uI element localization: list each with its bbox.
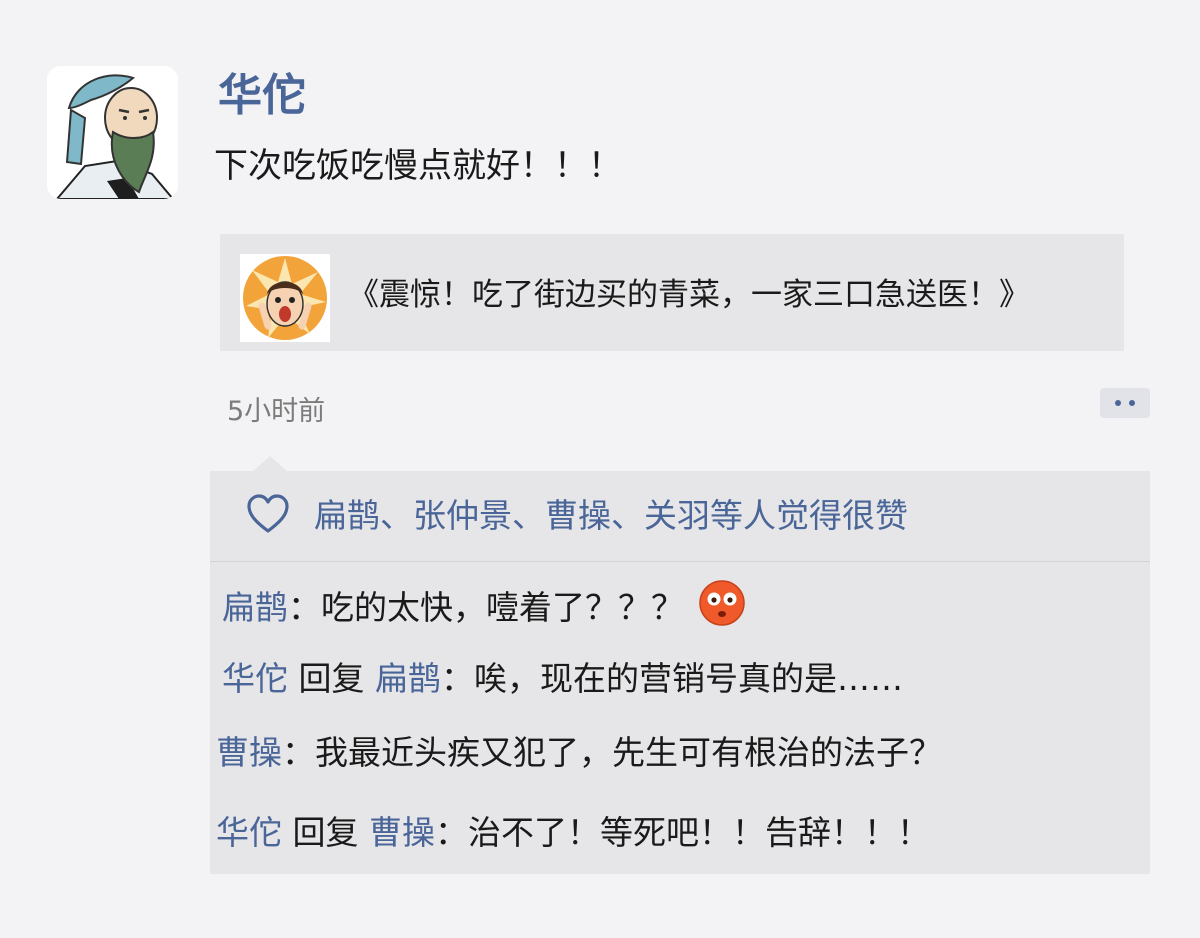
shared-article-card[interactable]: 《震惊！吃了街边买的青菜，一家三口急送医！》 (220, 234, 1124, 351)
likes-names[interactable]: 扁鹊、张仲景、曹操、关羽等人觉得很赞 (314, 493, 908, 539)
reply-to-name[interactable]: 曹操 (369, 813, 435, 852)
comment-author[interactable]: 华佗 (222, 659, 288, 698)
comment-item[interactable]: 扁鹊：吃的太快，噎着了？？？ (222, 579, 1142, 632)
comment-separator: ： (288, 588, 321, 627)
shared-article-title: 《震惊！吃了街边买的青菜，一家三口急送医！》 (348, 277, 1030, 313)
shared-article-thumbnail (240, 254, 330, 342)
comment-item[interactable]: 华佗 回复 扁鹊：唉，现在的营销号真的是…… (222, 655, 1142, 703)
flushed-face-emoji-icon (699, 580, 745, 626)
comment-text: 唉，现在的营销号真的是…… (474, 659, 903, 698)
comment-author[interactable]: 扁鹊 (222, 588, 288, 627)
post-timestamp: 5小时前 (227, 396, 326, 427)
comment-box-caret (252, 456, 288, 472)
elderly-sage-portrait-icon (47, 66, 178, 199)
comment-text: 吃的太快，噎着了？？？ (321, 588, 684, 627)
likes-comments-panel: 扁鹊、张仲景、曹操、关羽等人觉得很赞 扁鹊：吃的太快，噎着了？？？ 华佗 回复 … (210, 471, 1150, 874)
more-dots-icon (1129, 400, 1135, 406)
shocked-face-thumbnail-icon (240, 254, 330, 342)
reply-label: 回复 (292, 813, 359, 852)
author-avatar[interactable] (47, 66, 178, 199)
comment-author[interactable]: 曹操 (216, 733, 282, 772)
reply-label: 回复 (298, 659, 365, 698)
comment-item[interactable]: 曹操：我最近头疾又犯了，先生可有根治的法子？ (216, 729, 1136, 777)
comment-author[interactable]: 华佗 (216, 813, 282, 852)
likes-row: 扁鹊、张仲景、曹操、关羽等人觉得很赞 (210, 471, 1150, 562)
reply-to-name[interactable]: 扁鹊 (375, 659, 441, 698)
comment-item[interactable]: 华佗 回复 曹操：治不了！等死吧！！告辞！！！ (216, 809, 1136, 857)
post-text: 下次吃饭吃慢点就好！！！ (214, 146, 622, 186)
post-author-name[interactable]: 华佗 (218, 66, 306, 126)
more-dots-icon (1115, 400, 1121, 406)
comment-text: 治不了！等死吧！！告辞！！！ (468, 813, 930, 852)
comment-text: 我最近头疾又犯了，先生可有根治的法子？ (315, 733, 942, 772)
comment-separator: ： (441, 659, 474, 698)
comment-separator: ： (435, 813, 468, 852)
comment-separator: ： (282, 733, 315, 772)
heart-icon (247, 494, 289, 533)
more-actions-button[interactable] (1100, 388, 1150, 418)
